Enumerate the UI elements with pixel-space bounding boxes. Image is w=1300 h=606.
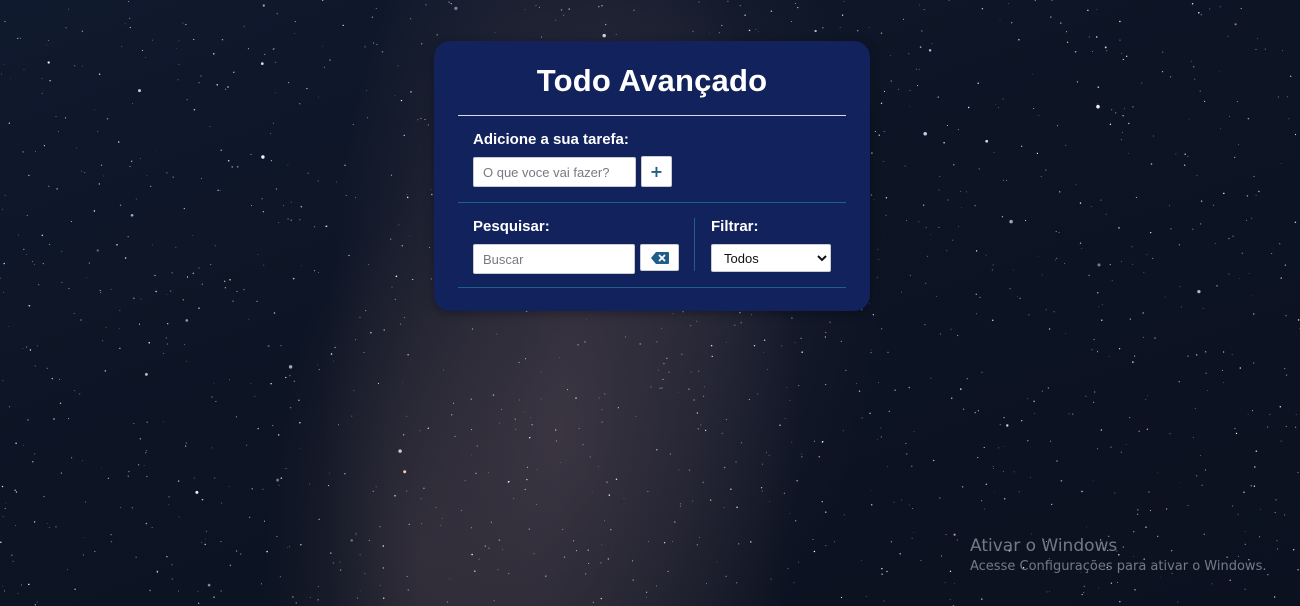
search-input[interactable] (473, 244, 635, 274)
watermark-subtitle: Acesse Configurações para ativar o Windo… (970, 559, 1267, 574)
clear-search-button[interactable] (640, 244, 679, 271)
vertical-divider (694, 218, 695, 271)
page-title: Todo Avançado (536, 63, 768, 98)
windows-activation-watermark: Ativar o Windows Acesse Configurações pa… (970, 536, 1266, 574)
todo-card: Todo Avançado Adicione a sua tarefa: + P… (434, 41, 870, 311)
section-divider (458, 202, 846, 203)
search-label: Pesquisar: (473, 218, 550, 235)
task-input[interactable] (473, 157, 636, 187)
filter-select[interactable]: Todos (711, 244, 831, 272)
title-divider (458, 115, 846, 116)
filter-label: Filtrar: (711, 218, 759, 235)
watermark-title: Ativar o Windows (970, 536, 1118, 556)
bottom-divider (458, 287, 846, 288)
backspace-icon (650, 251, 669, 264)
add-task-button[interactable]: + (641, 156, 672, 187)
add-task-label: Adicione a sua tarefa: (473, 131, 629, 148)
